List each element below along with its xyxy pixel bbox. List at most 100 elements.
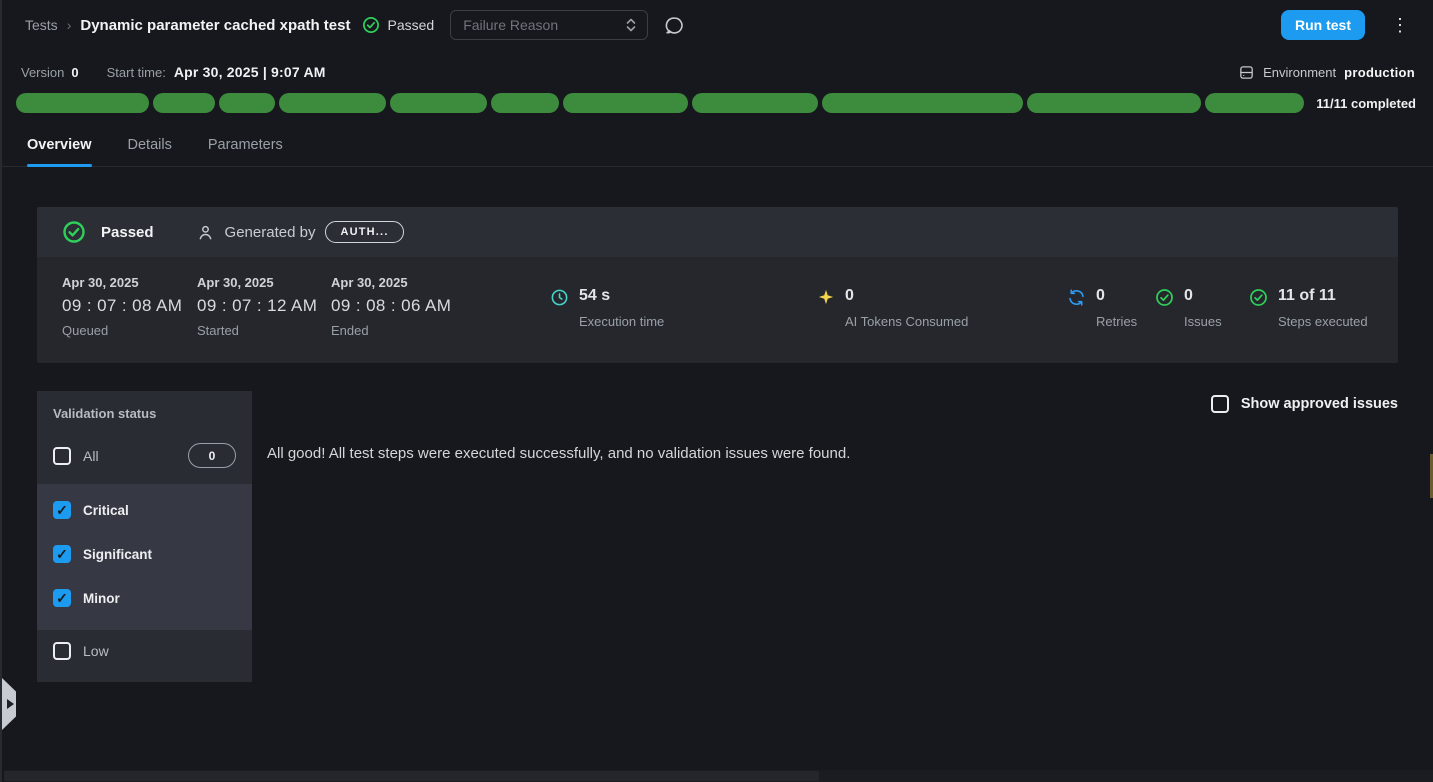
show-approved-label: Show approved issues: [1241, 396, 1398, 412]
metric-execution-time: 54 s Execution time: [550, 287, 664, 329]
validation-filter-low[interactable]: Low: [37, 630, 252, 672]
validation-filter-significant[interactable]: ✓ Significant: [37, 532, 252, 576]
checkbox-checked-icon[interactable]: ✓: [53, 501, 71, 519]
horizontal-scrollbar-track[interactable]: [4, 770, 1433, 782]
validation-filter-minor[interactable]: ✓ Minor: [37, 576, 252, 620]
progress-row: 11/11 completed: [16, 93, 1416, 113]
status-badge: Passed: [362, 16, 434, 34]
metric-label: Retries: [1096, 314, 1137, 329]
page-title: Dynamic parameter cached xpath test: [80, 17, 350, 34]
environment-icon: [1238, 64, 1255, 81]
progress-segment[interactable]: [491, 93, 559, 113]
failure-reason-select[interactable]: Failure Reason: [450, 10, 648, 40]
version-label: Version: [21, 65, 64, 80]
validation-filter-label: Significant: [83, 547, 152, 562]
validation-filter-critical[interactable]: ✓Critical: [37, 488, 252, 532]
comment-icon[interactable]: [664, 15, 685, 36]
status-text: Passed: [387, 17, 434, 33]
progress-segment[interactable]: [1027, 93, 1201, 113]
tab-parameters[interactable]: Parameters: [208, 137, 283, 166]
progress-segment[interactable]: [822, 93, 1023, 113]
metric-value: 11 of 11: [1278, 287, 1336, 304]
validation-filter-all[interactable]: All0: [37, 431, 252, 480]
kebab-menu-icon[interactable]: ⋮: [1385, 14, 1415, 36]
run-meta-row: Version 0 Start time: Apr 30, 2025 | 9:0…: [2, 60, 1433, 84]
retry-icon: [1067, 288, 1086, 329]
metric-ai-tokens: 0 AI Tokens Consumed: [817, 287, 968, 329]
result-status: Passed: [62, 220, 154, 244]
metric-value: 0: [845, 287, 854, 304]
tab-overview[interactable]: Overview: [27, 137, 92, 166]
progress-segment[interactable]: [16, 93, 149, 113]
progress-segment[interactable]: [279, 93, 386, 113]
progress-segment[interactable]: [692, 93, 818, 113]
validation-filter-label: Minor: [83, 591, 120, 606]
timestamp-label: Started: [197, 323, 317, 338]
checkbox-unchecked-icon[interactable]: [53, 642, 71, 660]
validation-filter-label: Low: [83, 643, 109, 659]
failure-reason-placeholder: Failure Reason: [463, 17, 558, 33]
version-value: 0: [71, 65, 78, 80]
summary-card-header: Passed Generated by AUTH...: [37, 207, 1398, 257]
tab-details[interactable]: Details: [128, 137, 172, 166]
breadcrumb-separator: ›: [67, 17, 72, 33]
timestamp-time: 09 : 08 : 06 AM: [331, 296, 451, 316]
run-test-button[interactable]: Run test: [1281, 10, 1365, 40]
validation-filter-label: All: [83, 448, 99, 464]
check-circle-icon: [1155, 288, 1174, 329]
progress-segment[interactable]: [153, 93, 215, 113]
issues-section: Validation status All0✓Critical✓Signific…: [37, 391, 1398, 682]
check-circle-icon: [1249, 288, 1268, 329]
timestamp-date: Apr 30, 2025: [331, 275, 451, 290]
environment-value: production: [1344, 65, 1415, 80]
chevron-right-icon: [7, 699, 14, 709]
metric-retries: 0 Retries: [1067, 287, 1137, 329]
checkbox-unchecked-icon[interactable]: [53, 447, 71, 465]
timestamp-date: Apr 30, 2025: [62, 275, 182, 290]
environment-label: Environment: [1263, 65, 1336, 80]
metric-label: Execution time: [579, 314, 664, 329]
checked-filter-group: ✓Critical✓Significant✓Minor: [37, 484, 252, 630]
environment-info: Environment production: [1238, 64, 1415, 81]
timestamp-label: Queued: [62, 323, 182, 338]
validation-filter-list: All0✓Critical✓Significant✓MinorLow: [37, 431, 252, 672]
timestamp-time: 09 : 07 : 08 AM: [62, 296, 182, 316]
horizontal-scrollbar-thumb[interactable]: [4, 771, 819, 781]
issues-main-pane: Show approved issues All good! All test …: [252, 391, 1398, 462]
show-approved-row: Show approved issues: [267, 391, 1398, 417]
metric-value: 0: [1184, 287, 1193, 304]
progress-segment[interactable]: [1205, 93, 1304, 113]
progress-segment[interactable]: [219, 93, 274, 113]
metric-label: AI Tokens Consumed: [845, 314, 968, 329]
show-approved-checkbox[interactable]: [1211, 395, 1229, 413]
metric-label: Issues: [1184, 314, 1222, 329]
run-summary-card: Passed Generated by AUTH... Apr 30, 2025…: [37, 207, 1398, 363]
clock-icon: [550, 288, 569, 329]
checkbox-checked-icon[interactable]: ✓: [53, 545, 71, 563]
metric-value: 0: [1096, 287, 1105, 304]
generated-by: Generated by AUTH...: [196, 221, 404, 243]
metric-value: 54 s: [579, 287, 610, 304]
generated-by-badge[interactable]: AUTH...: [325, 221, 403, 243]
progress-segment[interactable]: [390, 93, 487, 113]
sparkle-icon: [817, 288, 835, 329]
progress-segment[interactable]: [563, 93, 688, 113]
metric-steps-executed: 11 of 11 Steps executed: [1249, 287, 1368, 329]
test-run-page: Tests › Dynamic parameter cached xpath t…: [0, 0, 1433, 782]
start-time-label: Start time:: [107, 65, 166, 80]
breadcrumb-tests-link[interactable]: Tests: [25, 17, 58, 33]
chevron-updown-icon: [625, 17, 637, 33]
validation-panel-title: Validation status: [37, 391, 252, 431]
check-circle-icon: [62, 220, 86, 244]
timestamp-label: Ended: [331, 323, 451, 338]
generated-by-label: Generated by: [225, 224, 316, 241]
timestamp-time: 09 : 07 : 12 AM: [197, 296, 317, 316]
no-issues-message: All good! All test steps were executed s…: [267, 445, 1398, 462]
sidebar-expand-handle[interactable]: [2, 678, 16, 730]
topbar: Tests › Dynamic parameter cached xpath t…: [2, 0, 1433, 50]
person-icon: [196, 223, 215, 242]
timestamp-queued: Apr 30, 2025 09 : 07 : 08 AM Queued: [62, 275, 182, 338]
check-circle-icon: [362, 16, 380, 34]
metric-label: Steps executed: [1278, 314, 1368, 329]
checkbox-checked-icon[interactable]: ✓: [53, 589, 71, 607]
